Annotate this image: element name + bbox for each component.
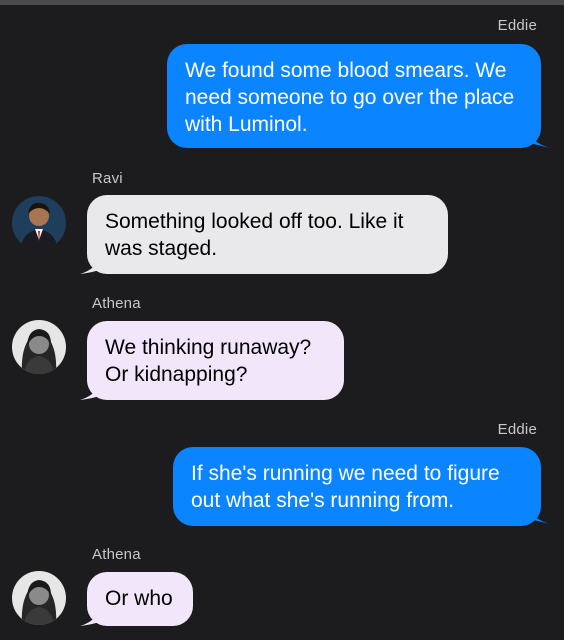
message-text: Something looked off too. Like it was st… (105, 210, 404, 260)
athena-avatar[interactable] (12, 571, 66, 625)
message-bubble-incoming[interactable]: Or who (87, 572, 193, 626)
sender-name: Ravi (92, 170, 123, 187)
message-thread[interactable]: Eddie We found some blood smears. We nee… (0, 0, 564, 640)
sender-name: Athena (92, 295, 141, 312)
message-bubble-outgoing[interactable]: We found some blood smears. We need some… (167, 44, 541, 148)
message-text: Or who (105, 587, 173, 610)
message-bubble-outgoing[interactable]: If she's running we need to figure out w… (173, 447, 541, 526)
message-text: We thinking runaway? Or kidnapping? (105, 336, 312, 386)
message-bubble-incoming[interactable]: We thinking runaway? Or kidnapping? (87, 321, 344, 400)
message-text: If she's running we need to figure out w… (191, 462, 500, 512)
sender-name: Eddie (497, 17, 537, 34)
sender-name: Athena (92, 546, 141, 563)
message-text: We found some blood smears. We need some… (185, 59, 515, 136)
ravi-avatar[interactable] (12, 196, 66, 250)
sender-name: Eddie (497, 421, 537, 438)
athena-avatar[interactable] (12, 320, 66, 374)
message-bubble-incoming[interactable]: Something looked off too. Like it was st… (87, 195, 448, 274)
